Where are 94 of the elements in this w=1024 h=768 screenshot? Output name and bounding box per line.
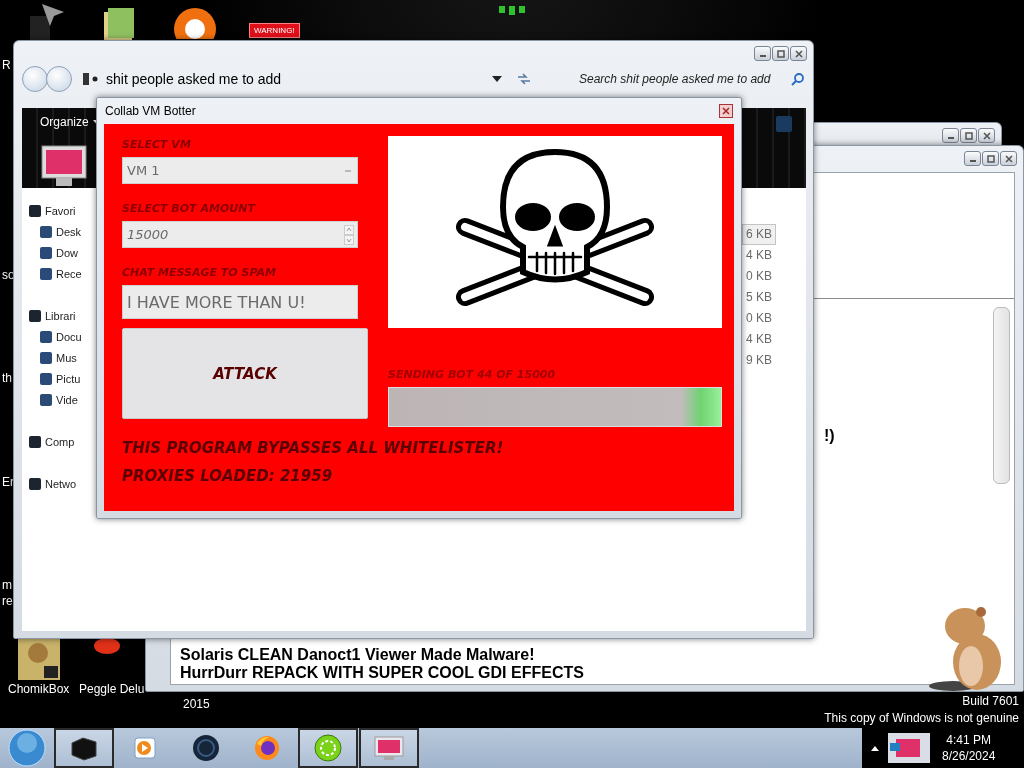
tile-icon: [28, 203, 42, 218]
nav-item[interactable]: Librari: [22, 305, 96, 326]
nav-item[interactable]: Netwo: [22, 473, 96, 494]
nav-item[interactable]: Dow: [22, 242, 96, 263]
drive-icon: [82, 72, 98, 86]
nav-item[interactable]: Comp: [22, 431, 96, 452]
dropdown-caret-icon[interactable]: [492, 76, 502, 82]
maximize-icon: [964, 131, 973, 140]
taskbar-button[interactable]: [298, 728, 358, 768]
info-text: THIS PROGRAM BYPASSES ALL WHITELISTER!: [122, 439, 505, 457]
close-button[interactable]: [719, 104, 733, 118]
desktop-icon-label: Er: [2, 475, 14, 489]
close-icon: [722, 107, 730, 115]
tray-arrow-icon[interactable]: [870, 744, 880, 752]
attack-button[interactable]: ATTACK: [122, 328, 368, 419]
caret-icon: [343, 168, 353, 173]
maximize-button[interactable]: [772, 46, 789, 61]
refresh-icon[interactable]: [516, 72, 532, 86]
tile-icon: [39, 224, 53, 239]
tile-icon: [28, 476, 42, 491]
minimize-button[interactable]: [964, 151, 981, 166]
start-button[interactable]: [8, 729, 46, 767]
desktop-icon-label: m: [2, 578, 12, 592]
field-label: CHAT MESSAGE TO SPAM: [122, 266, 277, 279]
genuine-notice: This copy of Windows is not genuine: [824, 711, 1019, 725]
warning-badge: WARNING!: [249, 23, 300, 38]
cursor-icon[interactable]: [28, 2, 64, 42]
scrollbar[interactable]: [993, 307, 1010, 484]
file-size: 0 KB: [745, 268, 773, 285]
maximize-button[interactable]: [960, 128, 977, 143]
file-size: 6 KB: [742, 224, 776, 245]
address-bar[interactable]: shit people asked me to add: [78, 68, 502, 90]
taskbar-button[interactable]: [54, 728, 114, 768]
tile-icon: [39, 329, 53, 344]
file-size: 5 KB: [745, 289, 773, 306]
search-icon: [791, 72, 805, 86]
build-text: Build 7601: [962, 694, 1019, 708]
close-icon: [982, 131, 991, 140]
cube-icon: [69, 735, 99, 761]
tile-icon: [28, 434, 42, 449]
tile-icon: [28, 308, 42, 323]
monitor-icon: [40, 144, 88, 188]
status-text: SENDING BOT 44 OF 15000: [388, 368, 557, 381]
vm-dropdown[interactable]: VM 1: [122, 157, 358, 184]
minimize-button[interactable]: [754, 46, 771, 61]
tile-icon: [39, 392, 53, 407]
fox-globe-icon: [253, 734, 281, 762]
tray-app-icon[interactable]: [886, 731, 932, 765]
taskbar-button[interactable]: [359, 728, 419, 768]
wheel-icon: [314, 734, 342, 762]
desktop-icon-label: re: [2, 594, 13, 608]
text-line: HurrDurr REPACK WITH SUPER COOL GDI EFFECTS: [180, 664, 585, 682]
nav-item[interactable]: Favori: [22, 200, 96, 221]
message-field[interactable]: I HAVE MORE THAN U!: [122, 285, 358, 319]
file-size: 4 KB: [745, 247, 773, 264]
bars-icon: [497, 4, 527, 16]
field-label: SELECT BOT AMOUNT: [122, 202, 257, 215]
hamster-box-icon[interactable]: [18, 638, 60, 680]
maximize-icon: [776, 49, 785, 58]
nav-item[interactable]: Desk: [22, 221, 96, 242]
tile-icon: [39, 245, 53, 260]
close-button[interactable]: [790, 46, 807, 61]
close-button[interactable]: [978, 128, 995, 143]
text-line: !): [824, 427, 836, 445]
maximize-button[interactable]: [982, 151, 999, 166]
search-field[interactable]: Search shit people asked me to add: [579, 68, 805, 90]
nav-item[interactable]: Docu: [22, 326, 96, 347]
text-line: Solaris CLEAN Danoct1 Viewer Made Malware!: [180, 646, 536, 664]
nav-item[interactable]: Pictu: [22, 368, 96, 389]
desktop-icon-label[interactable]: Peggle Delu: [79, 682, 145, 696]
file-size: 0 KB: [745, 310, 773, 327]
window-title: Collab VM Botter: [105, 104, 197, 118]
tile-icon: [39, 371, 53, 386]
tile-icon: [39, 350, 53, 365]
close-icon: [1004, 154, 1013, 163]
media-player-icon: [132, 735, 158, 761]
desktop-icon-label[interactable]: ChomikBox: [8, 682, 70, 696]
tile-icon: [39, 266, 53, 281]
file-size: 9 KB: [745, 352, 773, 369]
globe-icon: [192, 734, 220, 762]
nav-item[interactable]: Vide: [22, 389, 96, 410]
desktop-icon-label: R: [2, 58, 11, 72]
close-button[interactable]: [1000, 151, 1017, 166]
file-size: 4 KB: [745, 331, 773, 348]
monitor-icon: [372, 734, 406, 762]
nav-item[interactable]: Rece: [22, 263, 96, 284]
info-text: PROXIES LOADED: 21959: [122, 467, 334, 485]
maximize-icon: [986, 154, 995, 163]
minimize-button[interactable]: [942, 128, 959, 143]
desktop-icon-label: th: [2, 371, 12, 385]
field-label: SELECT VM: [122, 138, 192, 151]
desktop-icon-label: 2015: [183, 697, 210, 711]
close-icon: [794, 49, 803, 58]
nav-item[interactable]: Mus: [22, 347, 96, 368]
